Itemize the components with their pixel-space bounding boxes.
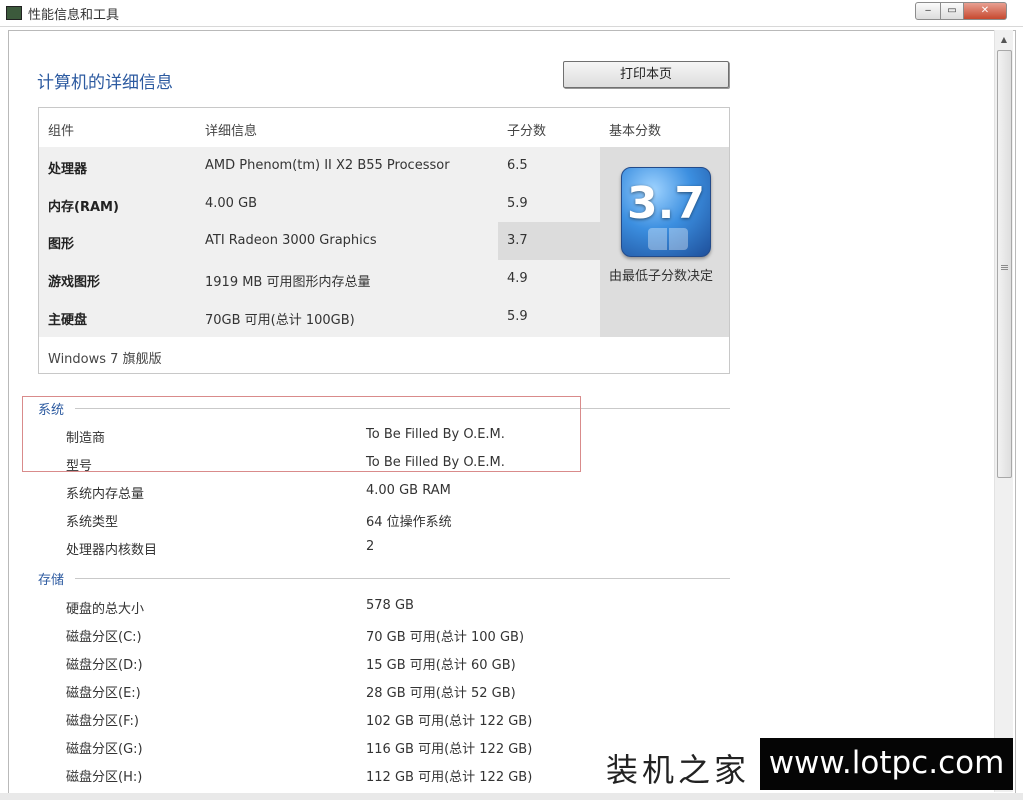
info-value: 116 GB 可用(总计 122 GB) [366, 742, 533, 757]
table-row: 主硬盘 70GB 可用(总计 100GB) 5.9 [39, 298, 528, 336]
info-value: 112 GB 可用(总计 122 GB) [366, 770, 533, 785]
section-heading-storage: 存储 [38, 573, 65, 588]
header-base-score: 基本分数 [609, 124, 662, 139]
info-label: 磁盘分区(G:) [66, 742, 143, 757]
header-component: 组件 [48, 124, 75, 139]
info-label: 磁盘分区(C:) [66, 630, 142, 645]
info-label: 制造商 [66, 431, 106, 446]
info-value: 64 位操作系统 [366, 515, 452, 530]
info-label: 磁盘分区(H:) [66, 770, 143, 785]
watermark-text: 装机之家 [606, 751, 751, 789]
section-divider [75, 578, 730, 579]
watermark-url: www.lotpc.com [768, 745, 1005, 781]
info-value: 2 [366, 539, 375, 554]
window-title: 性能信息和工具 [28, 8, 120, 23]
info-value: To Be Filled By O.E.M. [366, 455, 505, 470]
window-bottom-frame [0, 793, 1023, 800]
row-subscore: 4.9 [507, 271, 528, 286]
title-bar: 性能信息和工具 ‒ ▭ ✕ [0, 0, 1023, 27]
page-title: 计算机的详细信息 [37, 73, 173, 93]
header-details: 详细信息 [205, 124, 258, 139]
row-label: 图形 [48, 237, 75, 252]
info-value: 70 GB 可用(总计 100 GB) [366, 630, 525, 645]
grip-icon [1001, 265, 1008, 266]
info-label: 磁盘分区(F:) [66, 714, 139, 729]
close-button[interactable]: ✕ [964, 2, 1007, 20]
row-label: 主硬盘 [48, 313, 88, 328]
print-page-button[interactable]: 打印本页 [563, 61, 729, 88]
info-label: 系统类型 [66, 515, 119, 530]
info-label: 磁盘分区(E:) [66, 686, 141, 701]
row-label: 内存(RAM) [48, 200, 119, 215]
maximize-button[interactable]: ▭ [941, 2, 964, 20]
window-controls: ‒ ▭ ✕ [915, 2, 1007, 20]
row-label: 处理器 [48, 162, 88, 177]
info-label: 型号 [66, 459, 93, 474]
row-subscore: 3.7 [507, 233, 528, 248]
info-label: 硬盘的总大小 [66, 602, 145, 617]
info-value: 578 GB [366, 598, 414, 613]
app-icon [6, 6, 22, 20]
scroll-up-arrow-icon[interactable]: ▲ [995, 32, 1013, 48]
row-detail: 1919 MB 可用图形内存总量 [205, 275, 371, 290]
info-value: 102 GB 可用(总计 122 GB) [366, 714, 533, 729]
base-score-panel: 3.7 由最低子分数决定 [600, 147, 729, 337]
windows-edition: Windows 7 旗舰版 [48, 352, 162, 367]
info-label: 磁盘分区(D:) [66, 658, 143, 673]
table-row: 图形 ATI Radeon 3000 Graphics 3.7 [39, 222, 528, 260]
row-detail: 4.00 GB [205, 196, 258, 211]
row-label: 游戏图形 [48, 275, 101, 290]
minimize-button[interactable]: ‒ [915, 2, 941, 20]
row-subscore: 5.9 [507, 309, 528, 324]
watermark-logo: www.lotpc.com [760, 738, 1013, 790]
table-row: 内存(RAM) 4.00 GB 5.9 [39, 185, 528, 223]
row-subscore: 6.5 [507, 158, 528, 173]
base-score-badge: 3.7 [621, 167, 711, 257]
vertical-scrollbar[interactable]: ▲ [994, 30, 1013, 792]
info-label: 处理器内核数目 [66, 543, 158, 558]
table-row: 游戏图形 1919 MB 可用图形内存总量 4.9 [39, 260, 528, 298]
base-score-caption: 由最低子分数决定 [609, 269, 714, 284]
header-subscore: 子分数 [507, 124, 547, 139]
row-detail: 70GB 可用(总计 100GB) [205, 313, 355, 328]
scrollbar-thumb[interactable] [997, 50, 1012, 478]
info-value: 28 GB 可用(总计 52 GB) [366, 686, 516, 701]
info-value: 4.00 GB RAM [366, 483, 451, 498]
row-subscore: 5.9 [507, 196, 528, 211]
info-value: 15 GB 可用(总计 60 GB) [366, 658, 516, 673]
table-row: 处理器 AMD Phenom(tm) II X2 B55 Processor 6… [39, 147, 528, 185]
base-score-value: 3.7 [627, 178, 705, 229]
row-detail: AMD Phenom(tm) II X2 B55 Processor [205, 158, 450, 173]
row-detail: ATI Radeon 3000 Graphics [205, 233, 377, 248]
info-label: 系统内存总量 [66, 487, 145, 502]
info-value: To Be Filled By O.E.M. [366, 427, 505, 442]
windows-logo-icon [648, 228, 688, 250]
score-table: 组件 详细信息 子分数 基本分数 处理器 AMD Phenom(tm) II X… [38, 107, 730, 374]
